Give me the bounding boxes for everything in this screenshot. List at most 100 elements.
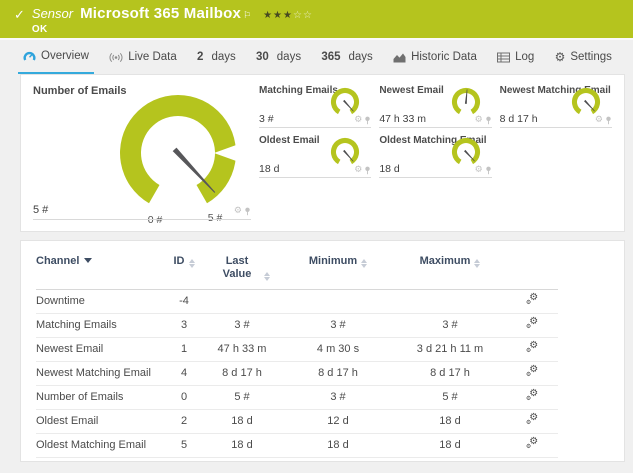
channel-name-cell: Number of Emails (36, 385, 166, 410)
stars-empty[interactable]: ☆☆ (293, 10, 313, 21)
status-ok-check-icon: ✓ (14, 8, 25, 23)
stars-filled[interactable]: ★★★ (263, 10, 293, 21)
gauge-footer: 18 d ⚙ (379, 163, 492, 178)
maximum-cell: 18 d (394, 433, 506, 458)
gauge-tile-oldest-email[interactable]: Oldest Email 18 d ⚙ (259, 131, 372, 181)
col-header-maximum[interactable]: Maximum (394, 249, 506, 290)
sort-icon (188, 259, 195, 268)
small-gauge-grid: Matching Emails 3 # ⚙ Newest Email 47 h … (259, 81, 612, 225)
channel-name-cell: Downtime (36, 289, 166, 314)
oldest-email-gauge (331, 137, 360, 165)
last-value-cell: 47 h 33 m (202, 337, 282, 362)
broadcast-icon (109, 52, 123, 62)
flag-icon[interactable]: ⚐ (243, 11, 251, 21)
channels-table: Channel ID Last Value Minimum Maximum Do… (36, 249, 558, 458)
maximum-cell: 3 d 21 h 11 m (394, 337, 506, 362)
gauge-footer: 3 # ⚙ (259, 113, 372, 128)
minimum-cell: 4 m 30 s (282, 337, 394, 362)
maximum-cell: 8 d 17 h (394, 361, 506, 386)
channel-settings-gear-icon[interactable]: ⚙ ⚙ (526, 436, 538, 450)
tile-pin-icon[interactable] (485, 166, 492, 175)
sensor-title: Microsoft 365 Mailbox (80, 5, 242, 22)
col-header-actions (506, 249, 558, 290)
tab-settings[interactable]: ⚙ Settings (550, 40, 617, 74)
tab-365-days[interactable]: 365 days (316, 40, 377, 74)
tile-pin-icon[interactable] (485, 116, 492, 125)
tile-pin-icon[interactable] (244, 207, 251, 216)
channel-settings-gear-icon[interactable]: ⚙ ⚙ (526, 292, 538, 306)
gauge-value: 3 # (259, 113, 274, 125)
channel-settings-gear-icon[interactable]: ⚙ ⚙ (526, 316, 538, 330)
empty-grid-cell (500, 131, 612, 181)
maximum-cell: 18 d (394, 409, 506, 434)
tab-log[interactable]: Log (492, 40, 539, 74)
gauge-tile-matching-emails[interactable]: Matching Emails 3 # ⚙ (259, 81, 372, 131)
channel-settings-gear-icon[interactable]: ⚙ ⚙ (526, 412, 538, 426)
table-row-oldest-matching-email: Oldest Matching Email 5 18 d 18 d 18 d ⚙… (36, 433, 558, 458)
table-header-row: Channel ID Last Value Minimum Maximum (36, 249, 558, 290)
col-header-minimum[interactable]: Minimum (282, 249, 394, 290)
sort-icon (264, 272, 270, 281)
tab-label-number: 2 (197, 51, 204, 63)
tile-gear-icon[interactable]: ⚙ (354, 166, 362, 175)
gauge-needle (343, 149, 354, 162)
tile-pin-icon[interactable] (364, 166, 371, 175)
gauge-needle (343, 99, 355, 112)
col-header-last-value[interactable]: Last Value (202, 249, 282, 290)
tab-bar: Overview Live Data 2 days 30 days 365 da… (0, 38, 633, 74)
gauge-value: 5 # (33, 204, 49, 216)
oldest-matching-email-gauge (451, 137, 480, 165)
channel-name-cell: Oldest Matching Email (36, 433, 166, 458)
channel-settings-gear-icon[interactable]: ⚙ ⚙ (526, 364, 538, 378)
tab-historic-data[interactable]: Historic Data (388, 40, 482, 74)
col-header-channel[interactable]: Channel (36, 249, 166, 290)
table-row-newest-email: Newest Email 1 47 h 33 m 4 m 30 s 3 d 21… (36, 337, 558, 362)
tab-label: days (348, 51, 373, 63)
tab-2-days[interactable]: 2 days (192, 40, 241, 74)
tab-label: days (276, 51, 302, 63)
channel-name-cell: Newest Email (36, 337, 166, 362)
gauge-tile-newest-email[interactable]: Newest Email 47 h 33 m ⚙ (379, 81, 492, 131)
tile-gear-icon[interactable]: ⚙ (595, 116, 603, 125)
id-cell: 2 (166, 409, 202, 434)
gauge-tile-number-of-emails[interactable]: Number of Emails 0 # 5 # 5 # ⚙ (33, 81, 253, 226)
minimum-cell: 8 d 17 h (282, 361, 394, 386)
tile-pin-icon[interactable] (605, 116, 612, 125)
minimum-cell: 3 # (282, 385, 394, 410)
tab-label: Log (515, 51, 535, 63)
last-value-cell: 5 # (202, 385, 282, 410)
gauge-needle (172, 147, 216, 193)
channel-settings-gear-icon[interactable]: ⚙ ⚙ (526, 340, 538, 354)
tile-gear-icon[interactable]: ⚙ (475, 166, 483, 175)
tab-overview[interactable]: Overview (18, 40, 94, 74)
area-chart-icon (393, 53, 406, 62)
gauge-footer: 47 h 33 m ⚙ (379, 113, 492, 128)
priority-stars[interactable]: ★★★☆☆ (263, 10, 313, 21)
tile-pin-icon[interactable] (364, 116, 371, 125)
gauge-needle (463, 149, 475, 162)
gauge-tile-oldest-matching-email[interactable]: Oldest Matching Email 18 d ⚙ (379, 131, 492, 181)
gauge-value: 47 h 33 m (379, 113, 427, 125)
col-header-id[interactable]: ID (166, 249, 202, 290)
gauge-tile-newest-matching-email[interactable]: Newest Matching Email 8 d 17 h ⚙ (499, 81, 612, 131)
channel-settings-gear-icon[interactable]: ⚙ ⚙ (526, 388, 538, 402)
maximum-cell: 5 # (394, 385, 506, 410)
tile-gear-icon[interactable]: ⚙ (354, 116, 362, 125)
gauge-needle (584, 99, 595, 112)
tile-gear-icon[interactable]: ⚙ (475, 116, 483, 125)
prtg-sensor-page: ✓ Sensor Microsoft 365 Mailbox ⚐ ★★★☆☆ O… (0, 0, 633, 462)
tab-30-days[interactable]: 30 days (251, 40, 306, 74)
tab-label: Historic Data (411, 51, 477, 63)
maximum-cell: 3 # (394, 313, 506, 338)
last-value-cell: 18 d (202, 433, 282, 458)
minimum-cell: 18 d (282, 433, 394, 458)
table-row-downtime: Downtime -4 ⚙ ⚙ (36, 289, 558, 314)
tab-live-data[interactable]: Live Data (104, 40, 182, 74)
tab-label-number: 365 (321, 51, 341, 63)
tile-gear-icon[interactable]: ⚙ (234, 207, 242, 216)
tab-label-number: 30 (255, 51, 269, 63)
last-value-cell (202, 289, 282, 314)
sensor-kind-label: Sensor (31, 6, 74, 21)
newest-email-gauge (451, 87, 480, 115)
last-value-cell: 8 d 17 h (202, 361, 282, 386)
